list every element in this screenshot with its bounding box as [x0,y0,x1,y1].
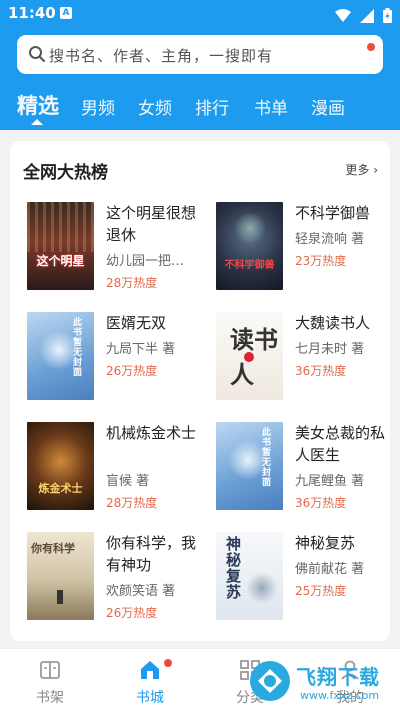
book-heat: 28万热度 [106,496,158,510]
book-cover: 神秘复苏 [216,532,283,620]
book-item[interactable]: 神秘复苏 神秘复苏 佛前献花 著 25万热度 [216,532,396,622]
book-item[interactable]: 此书暂无封面 美女总裁的私人医生 九尾鲤鱼 著 36万热度 [216,422,396,512]
book-title: 机械炼金术士 [106,424,197,442]
book-cover: 炼金术士 [27,422,94,510]
book-heat: 23万热度 [295,254,347,268]
nav-red-dot [164,659,172,667]
book-cover: 这个明星 [27,202,94,290]
book-author: 欢颜笑语 著 [106,584,176,599]
site-watermark: 飞翔下载 www.fxxz.com [248,655,400,711]
more-link[interactable]: 更多 › [345,161,378,178]
book-author: 七月未时 著 [295,342,365,357]
book-heat: 26万热度 [106,364,158,378]
active-tab-indicator [31,119,43,125]
category-tabs: 精选 男频 女频 排行 书单 漫画 [0,88,400,125]
search-placeholder: 搜书名、作者、主角，一搜即有 [49,47,274,65]
book-item[interactable]: 你有科学 你有科学，我有神功 欢颜笑语 著 26万热度 [27,532,207,622]
search-bar[interactable]: 搜书名、作者、主角，一搜即有 [17,35,383,74]
book-cover: 此书暂无封面 [27,312,94,400]
hot-ranking-card: 全网大热榜 更多 › 这个明星 这个明星很想退休 幼儿园一把… 28万热度 不科… [10,141,390,641]
book-title: 医婿无双 [106,314,167,332]
book-heat: 25万热度 [295,584,347,598]
book-item[interactable]: 读书人 大魏读书人 七月未时 著 36万热度 [216,312,396,402]
book-author: 轻泉流响 著 [295,232,365,247]
nav-label: 书架 [36,690,64,706]
book-title: 美女总裁的私人医生 [295,424,386,464]
book-cover: 你有科学 [27,532,94,620]
book-title: 这个明星很想退休 [106,204,197,244]
book-item[interactable]: 不科学御兽 不科学御兽 轻泉流响 著 23万热度 [216,202,396,292]
tab-female[interactable]: 女频 [138,94,172,119]
search-icon [29,46,45,62]
book-heat: 28万热度 [106,276,158,290]
book-item[interactable]: 炼金术士 机械炼金术士 盲候 著 28万热度 [27,422,207,512]
tab-ranking[interactable]: 排行 [195,94,229,119]
nav-bookstore[interactable]: 书城 [110,649,190,711]
book-author: 佛前献花 著 [295,562,365,577]
app-header: 11:40 A 搜书名、作者、主角，一搜即有 精选 男频 女频 排行 书单 漫画 [0,0,400,130]
watermark-url: www.fxxz.com [300,689,380,702]
book-title: 神秘复苏 [295,534,356,552]
book-cover: 不科学御兽 [216,202,283,290]
system-icons [331,5,392,23]
watermark-text: 飞翔下载 [296,665,380,689]
book-author: 盲候 著 [106,474,150,489]
book-title: 不科学御兽 [295,204,371,222]
book-author: 幼儿园一把… [106,254,185,269]
tab-featured[interactable]: 精选 [17,90,59,120]
section-title: 全网大热榜 [23,163,108,183]
bookshelf-icon [40,661,60,679]
nav-bookshelf[interactable]: 书架 [10,649,90,711]
search-red-dot [367,43,375,51]
nav-label: 书城 [136,690,164,706]
battery-icon [383,8,392,23]
wifi-icon [334,8,351,22]
status-bar: 11:40 A [0,0,400,28]
tab-comics[interactable]: 漫画 [311,94,345,119]
store-icon [141,661,159,679]
book-heat: 36万热度 [295,364,347,378]
book-cover: 读书人 [216,312,283,400]
tab-male[interactable]: 男频 [81,94,115,119]
notification-icon: A [60,7,72,19]
book-title: 大魏读书人 [295,314,371,332]
book-author: 九局下半 著 [106,342,176,357]
book-heat: 36万热度 [295,496,347,510]
book-item[interactable]: 此书暂无封面 医婿无双 九局下半 著 26万热度 [27,312,207,402]
tab-booklist[interactable]: 书单 [254,94,288,119]
book-title: 你有科学，我有神功 [106,534,197,574]
book-author: 九尾鲤鱼 著 [295,474,365,489]
signal-icon [359,8,374,23]
status-time: 11:40 [8,4,56,22]
book-heat: 26万热度 [106,606,158,620]
watermark-logo-icon [250,661,290,701]
book-cover: 此书暂无封面 [216,422,283,510]
book-item[interactable]: 这个明星 这个明星很想退休 幼儿园一把… 28万热度 [27,202,207,292]
